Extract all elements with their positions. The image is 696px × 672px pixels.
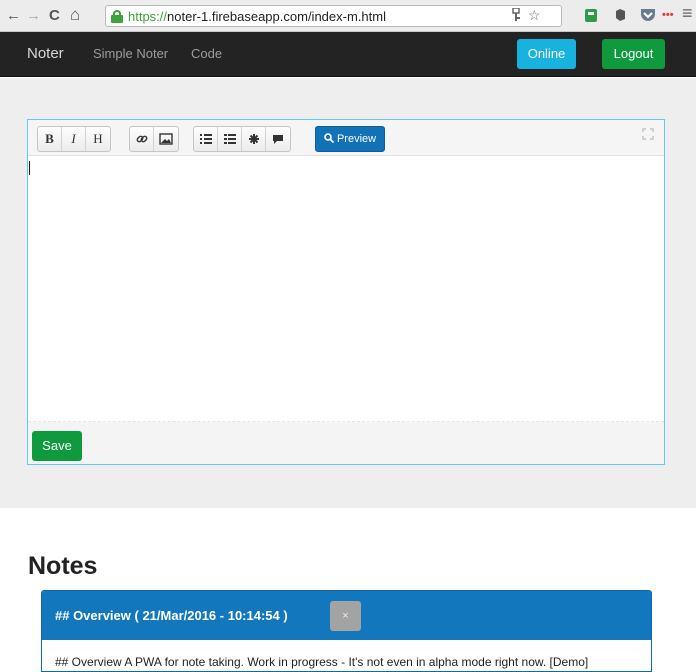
hamburger-menu-icon[interactable]: ≡ — [682, 4, 693, 22]
comment-icon — [273, 135, 283, 144]
search-icon — [324, 133, 335, 144]
bookmark-star-icon[interactable]: ☆ — [528, 6, 541, 24]
quote-button[interactable] — [266, 127, 290, 151]
forward-arrow-icon[interactable]: → — [26, 7, 41, 25]
note-textarea[interactable] — [28, 156, 664, 422]
delete-note-button[interactable]: × — [330, 601, 361, 631]
heading-button[interactable]: H — [86, 127, 110, 151]
link-icon — [136, 135, 148, 143]
text-cursor — [29, 161, 30, 175]
fullscreen-icon[interactable] — [642, 128, 654, 140]
home-icon[interactable]: ⌂ — [70, 6, 80, 24]
url-text: https://noter-1.firebaseapp.com/index-m.… — [128, 9, 386, 24]
bold-button[interactable]: B — [38, 127, 62, 151]
code-button[interactable] — [242, 127, 266, 151]
note-title: ## Overview ( 21/Mar/2016 - 10:14:54 ) — [55, 608, 288, 623]
unordered-list-button[interactable] — [194, 127, 218, 151]
note-header: ## Overview ( 21/Mar/2016 - 10:14:54 ) × — [42, 591, 651, 640]
editor-footer: Save — [28, 422, 664, 464]
list-icon — [200, 134, 212, 144]
preview-label: Preview — [336, 133, 377, 145]
insert-group — [129, 126, 179, 152]
asterisk-icon — [249, 134, 259, 144]
reload-icon[interactable]: C — [49, 7, 60, 25]
note-text: ## Overview A PWA for note taking. Work … — [55, 655, 589, 669]
dots-extension-icon[interactable]: ••• — [662, 9, 674, 21]
note-body: ## Overview A PWA for note taking. Work … — [42, 640, 651, 671]
back-arrow-icon[interactable]: ← — [6, 7, 21, 25]
note-card: ## Overview ( 21/Mar/2016 - 10:14:54 ) ×… — [41, 590, 652, 672]
brand-logo[interactable]: Noter — [27, 45, 64, 62]
editor-toolbar: B I H Preview — [28, 120, 664, 156]
nav-link-code[interactable]: Code — [191, 46, 222, 61]
notes-heading: Notes — [28, 552, 98, 580]
format-group: B I H — [37, 126, 111, 152]
key-icon[interactable] — [510, 8, 522, 22]
ordered-list-button[interactable] — [218, 127, 242, 151]
numbered-list-icon — [224, 134, 236, 144]
app-navbar: Noter Simple Noter Code — [0, 32, 696, 77]
logout-button[interactable]: Logout — [602, 39, 665, 69]
image-button[interactable] — [154, 127, 178, 151]
browser-toolbar: ← → C ⌂ https://noter-1.firebaseapp.com/… — [0, 0, 696, 32]
pocket-icon[interactable] — [640, 8, 656, 22]
italic-button[interactable]: I — [62, 127, 86, 151]
nav-link-simple-noter[interactable]: Simple Noter — [93, 46, 168, 61]
markdown-editor: B I H Preview Save — [27, 119, 665, 465]
evernote-icon[interactable] — [614, 8, 626, 22]
save-button[interactable]: Save — [32, 431, 82, 461]
online-status-button[interactable]: Online — [517, 39, 576, 69]
preview-button[interactable]: Preview — [315, 126, 385, 152]
address-bar[interactable]: https://noter-1.firebaseapp.com/index-m.… — [105, 5, 562, 27]
lock-icon — [111, 10, 123, 23]
extension-green-icon[interactable] — [584, 7, 598, 23]
link-button[interactable] — [130, 127, 154, 151]
image-icon — [159, 133, 173, 145]
block-group — [193, 126, 291, 152]
